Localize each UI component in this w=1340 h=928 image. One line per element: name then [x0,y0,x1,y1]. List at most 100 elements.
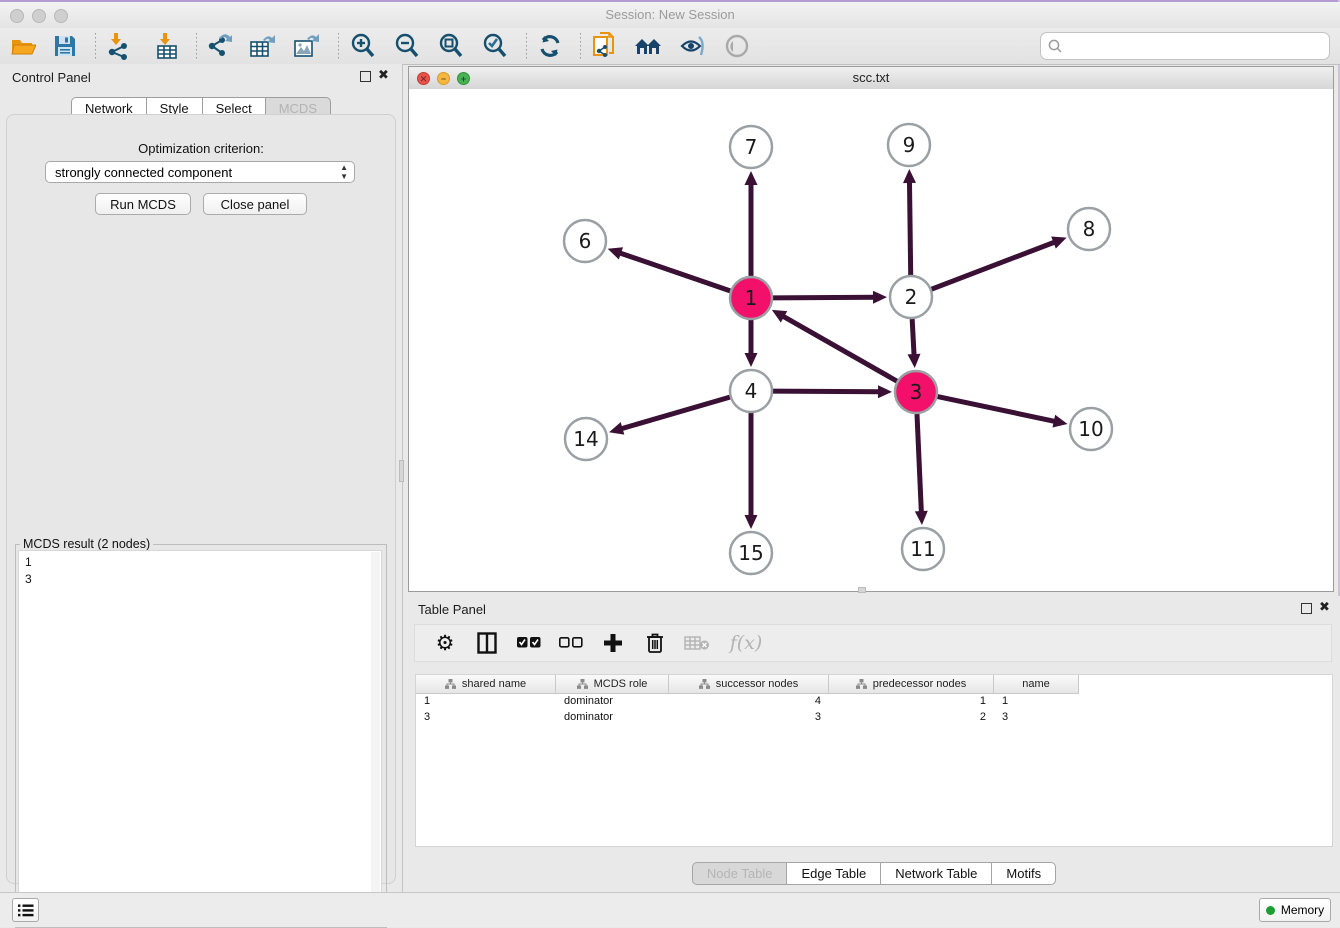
horizontal-splitter-handle[interactable] [858,587,866,593]
memory-button[interactable]: Memory [1259,898,1331,922]
export-network-button[interactable] [204,31,234,61]
network-graph[interactable]: 7968124314101511 [409,89,1333,591]
criterion-select[interactable]: strongly connected component ▲▼ [45,161,355,183]
houses-icon [634,34,664,58]
column-header-successor-nodes[interactable]: successor nodes [669,675,829,694]
column-type-icon [577,679,588,689]
app-titlebar: Session: New Session [0,2,1340,28]
graph-node-label: 2 [905,285,918,309]
graph-edge-1-6[interactable] [618,252,730,290]
optimization-criterion-label: Optimization criterion: [7,141,395,156]
column-header-name[interactable]: name [994,675,1079,694]
list-icon [18,904,34,917]
clear-selection-button[interactable] [557,629,585,657]
tab-edge-table[interactable]: Edge Table [786,862,880,885]
table-panel: Table Panel ✖ ⚙ [408,596,1340,892]
cell-predecessor-nodes: 2 [829,710,994,726]
minimize-window-button[interactable] [32,9,46,23]
table-row[interactable]: 1 dominator 4 1 1 [416,694,1332,710]
show-column-button[interactable] [473,629,501,657]
node-table[interactable]: shared name MCDS role successor nodes pr… [415,674,1333,847]
float-panel-icon[interactable] [360,71,371,82]
close-panel-button[interactable]: Close panel [203,193,307,215]
table-options-button[interactable]: ⚙ [431,629,459,657]
trash-icon [646,632,664,654]
column-header-shared-name[interactable]: shared name [416,675,556,694]
graph-edge-3-10[interactable] [938,397,1057,422]
delete-table-button[interactable] [683,629,711,657]
graph-edge-2-3[interactable] [912,319,914,357]
graph-edge-3-1[interactable] [781,315,896,381]
control-panel-header: Control Panel ✖ [0,64,402,90]
export-image-icon [293,32,321,60]
close-table-panel-icon[interactable]: ✖ [1319,600,1330,614]
zoom-in-icon [350,33,376,59]
criterion-value: strongly connected component [55,165,232,180]
select-chevrons-icon: ▲▼ [340,163,348,181]
apply-layout-button[interactable] [535,31,565,61]
mcds-panel: Optimization criterion: strongly connect… [6,114,396,884]
mcds-result-list[interactable]: 1 3 [18,550,382,923]
column-header-predecessor-nodes[interactable]: predecessor nodes [829,675,994,694]
hide-selected-button[interactable] [678,31,708,61]
tab-network-table[interactable]: Network Table [880,862,991,885]
search-field[interactable] [1040,32,1330,60]
cell-mcds-role: dominator [556,694,669,710]
tab-node-table[interactable]: Node Table [692,862,787,885]
delete-columns-button[interactable] [641,629,669,657]
function-builder-button[interactable]: f(x) [725,629,767,657]
network-window-titlebar[interactable]: scc.txt ✕ − + [409,67,1333,90]
close-window-button[interactable] [10,9,24,23]
show-all-button[interactable] [722,31,752,61]
zoom-out-icon [394,33,420,59]
toolbar-separator [338,33,339,59]
graph-edge-4-14[interactable] [620,397,730,429]
close-panel-icon[interactable]: ✖ [378,68,389,82]
zoom-fit-button[interactable] [436,31,466,61]
export-table-button[interactable] [248,31,278,61]
zoom-in-button[interactable] [348,31,378,61]
cell-predecessor-nodes: 1 [829,694,994,710]
search-input[interactable] [1067,35,1329,57]
import-table-icon [154,32,180,60]
refresh-icon [537,33,563,59]
graph-node-label: 7 [745,135,758,159]
float-table-panel-icon[interactable] [1301,603,1312,614]
export-image-button[interactable] [292,31,322,61]
select-all-button[interactable] [515,629,543,657]
graph-edge-4-3[interactable] [773,391,881,392]
zoom-selected-button[interactable] [480,31,510,61]
table-row[interactable]: 3 dominator 3 2 3 [416,710,1332,726]
network-minimize-button[interactable]: − [437,72,450,85]
network-maximize-button[interactable]: + [457,72,470,85]
graph-edge-3-11[interactable] [917,414,921,514]
create-column-button[interactable] [599,629,627,657]
graph-edge-2-8[interactable] [932,241,1057,289]
open-session-button[interactable] [8,31,38,61]
column-type-icon [856,679,867,689]
import-table-button[interactable] [152,31,182,61]
column-header-mcds-role[interactable]: MCDS role [556,675,669,694]
import-network-button[interactable] [104,31,134,61]
zoom-window-button[interactable] [54,9,68,23]
save-session-button[interactable] [50,31,80,61]
zoom-out-button[interactable] [392,31,422,61]
column-label: name [1022,678,1050,690]
tab-motifs[interactable]: Motifs [991,862,1056,885]
toolbar-separator [95,33,96,59]
table-panel-title: Table Panel [418,602,486,617]
result-scrollbar[interactable] [371,552,380,923]
graph-node-label: 15 [738,541,763,565]
graph-edge-1-2[interactable] [773,297,876,298]
task-history-button[interactable] [12,898,39,922]
new-network-from-selection-button[interactable] [590,31,620,61]
vertical-splitter-handle[interactable] [399,460,404,482]
network-canvas[interactable]: 7968124314101511 [409,89,1333,591]
network-close-button[interactable]: ✕ [417,72,430,85]
first-neighbors-button[interactable] [634,31,664,61]
fx-icon: f(x) [730,632,763,654]
save-floppy-icon [53,34,77,58]
run-mcds-button[interactable]: Run MCDS [95,193,191,215]
column-type-icon [699,679,710,689]
graph-edge-2-9[interactable] [909,180,910,275]
